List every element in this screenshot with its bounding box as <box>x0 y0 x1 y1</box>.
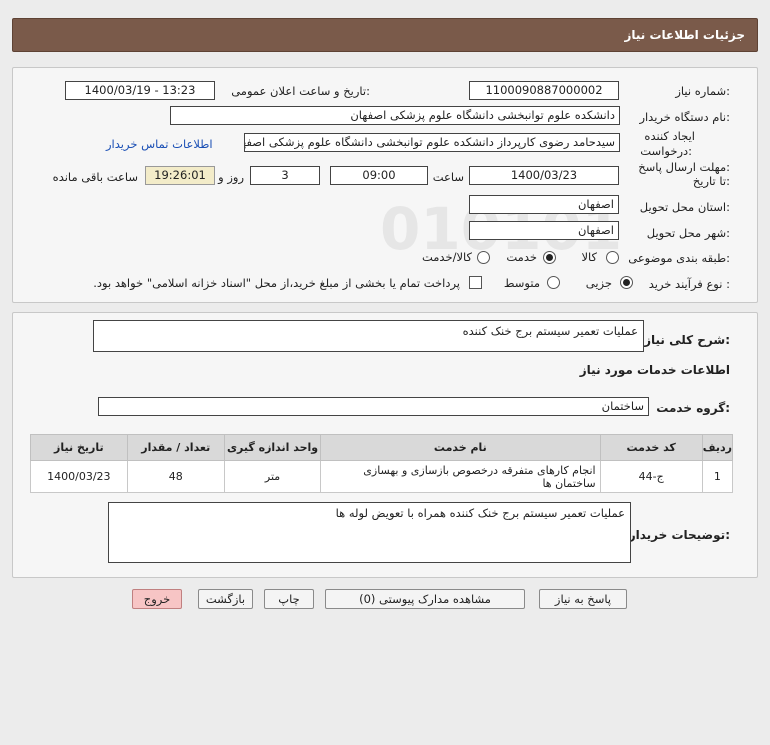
services-table-wrapper: ردیف کد خدمت نام خدمت واحد اندازه گیری ت… <box>30 434 734 493</box>
deadline-time-label: ساعت <box>432 170 464 184</box>
services-section-title: اطلاعات خدمات مورد نیاز <box>579 363 730 377</box>
service-group-field: ساختمان <box>98 397 649 416</box>
buyer-field: دانشکده علوم توانبخشی دانشگاه علوم پزشکی… <box>170 106 620 125</box>
need-number-field: 1100090887000002 <box>469 81 619 100</box>
reply-button[interactable]: پاسخ به نیاز <box>539 589 627 609</box>
process-minor-label: جزیی <box>585 276 612 290</box>
deadline-label-line2: تا تاریخ: <box>692 174 730 188</box>
process-label: نوع فرآیند خرید : <box>648 277 730 291</box>
deadline-time-field: 09:00 <box>330 166 428 185</box>
category-goods-service-radio[interactable] <box>477 251 490 264</box>
category-label: طبقه بندی موضوعی: <box>628 251 730 265</box>
col-service-code: کد خدمت <box>599 434 703 461</box>
days-label: روز و <box>218 170 244 184</box>
need-summary-label: شرح کلی نیاز: <box>644 333 730 347</box>
city-label: شهر محل تحویل: <box>646 226 730 240</box>
creator-field: سیدحامد رضوی کارپرداز دانشکده علوم توانب… <box>244 133 620 152</box>
treasury-payment-note: پرداخت تمام یا بخشی از مبلغ خرید،از محل … <box>93 276 460 290</box>
buyer-notes-label: توضیحات خریدار: <box>628 528 730 542</box>
col-quantity: تعداد / مقدار <box>126 434 225 461</box>
creator-label-line2: درخواست: <box>640 144 692 158</box>
deadline-date-field: 1400/03/23 <box>469 166 619 185</box>
cell-row-number: 1 <box>701 460 734 493</box>
buyer-label: نام دستگاه خریدار: <box>639 110 730 124</box>
buyer-contact-link[interactable]: اطلاعات تماس خریدار <box>106 137 213 151</box>
deadline-label-line1: مهلت ارسال پاسخ: <box>638 160 730 174</box>
category-service-label: خدمت <box>506 250 537 264</box>
remaining-time-label: ساعت باقی مانده <box>52 170 138 184</box>
remaining-time-field: 19:26:01 <box>145 166 215 185</box>
announce-label: تاریخ و ساعت اعلان عمومی: <box>231 84 370 98</box>
province-field: اصفهان <box>469 195 619 214</box>
col-row-number: ردیف <box>701 434 734 461</box>
cell-quantity: 48 <box>126 460 225 493</box>
table-row: 1 ج-44 انجام کارهای متفرقه درخصوص بازساز… <box>30 460 734 493</box>
col-unit: واحد اندازه گیری <box>223 434 322 461</box>
attachments-button[interactable]: مشاهده مدارک پیوستی (0) <box>325 589 525 609</box>
exit-button[interactable]: خروج <box>132 589 182 609</box>
category-goods-radio[interactable] <box>606 251 619 264</box>
city-field: اصفهان <box>469 221 619 240</box>
services-table: ردیف کد خدمت نام خدمت واحد اندازه گیری ت… <box>30 434 734 493</box>
col-service-name: نام خدمت <box>320 434 601 461</box>
process-medium-label: متوسط <box>503 276 540 290</box>
cell-service-code: ج-44 <box>599 460 703 493</box>
category-goods-label: کالا <box>581 250 597 264</box>
service-group-label: گروه خدمت: <box>656 401 730 415</box>
page-title: جزئیات اطلاعات نیاز <box>624 28 745 42</box>
cell-unit: متر <box>223 460 322 493</box>
buyer-notes-field: عملیات تعمیر سیستم برج خنک کننده همراه ب… <box>108 502 631 563</box>
process-medium-radio[interactable] <box>547 276 560 289</box>
creator-label-line1: ایجاد کننده <box>644 129 695 143</box>
province-label: استان محل تحویل: <box>639 200 730 214</box>
page-header: جزئیات اطلاعات نیاز <box>12 18 758 52</box>
process-minor-radio[interactable] <box>620 276 633 289</box>
cell-service-name: انجام کارهای متفرقه درخصوص بازسازی و بهس… <box>320 460 601 493</box>
back-button[interactable]: بازگشت <box>198 589 253 609</box>
cell-need-date: 1400/03/23 <box>30 460 128 493</box>
col-need-date: تاریخ نیاز <box>30 434 128 461</box>
need-info-panel <box>12 67 758 303</box>
remaining-days-field: 3 <box>250 166 320 185</box>
treasury-payment-checkbox[interactable] <box>469 276 482 289</box>
need-number-label: شماره نیاز: <box>675 84 730 98</box>
category-service-radio[interactable] <box>543 251 556 264</box>
category-goods-service-label: کالا/خدمت <box>421 250 472 264</box>
services-table-header: ردیف کد خدمت نام خدمت واحد اندازه گیری ت… <box>30 434 734 461</box>
print-button[interactable]: چاپ <box>264 589 314 609</box>
announce-field: 1400/03/19 - 13:23 <box>65 81 215 100</box>
need-summary-field: عملیات تعمیر سیستم برج خنک کننده <box>93 320 644 352</box>
